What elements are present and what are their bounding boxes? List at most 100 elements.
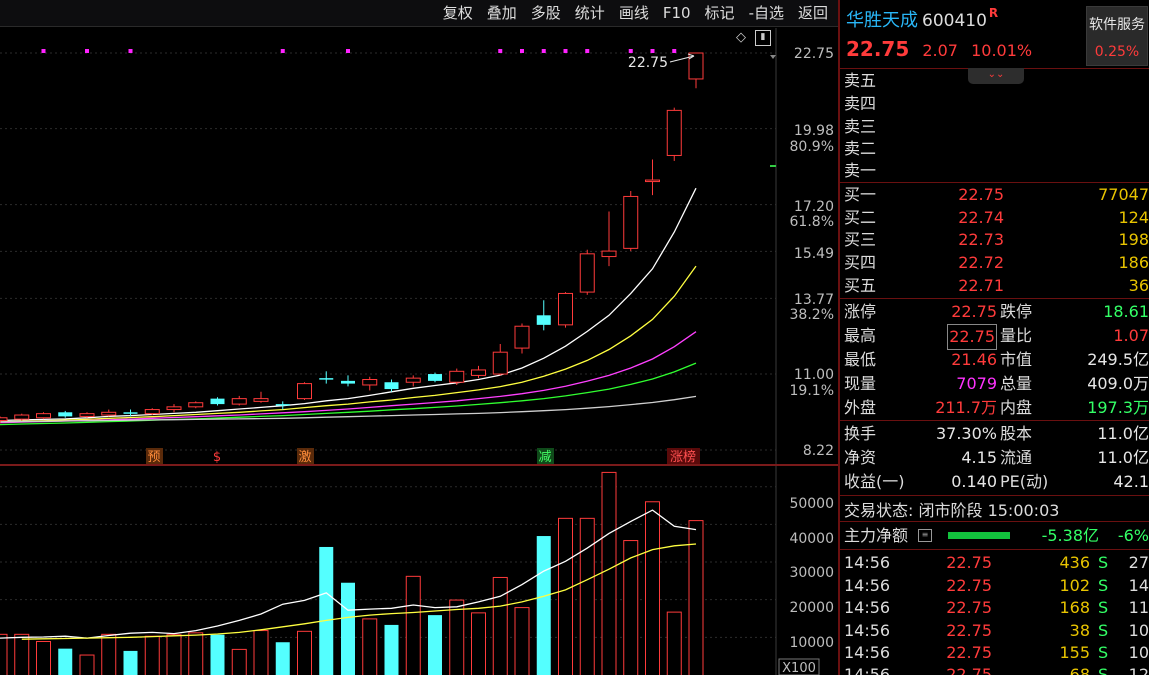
stock-header: 华胜天成 600410 R 22.75 2.07 10.01%	[840, 0, 1085, 68]
net-asset-label: 净资	[844, 448, 877, 467]
limit-down-value: 18.61	[1103, 302, 1149, 321]
price-tick-label: 19.98	[794, 123, 834, 139]
volume-bar	[449, 599, 465, 675]
candle-body	[341, 380, 355, 384]
volume-bar	[231, 648, 247, 675]
toolbar-f10-button[interactable]: F10	[656, 0, 698, 27]
event-tag-rank[interactable]: 涨榜	[667, 448, 700, 465]
main-fund-flow-value: -5.38亿	[1041, 526, 1099, 545]
toolbar-remove-watchlist-button[interactable]: -自选	[742, 0, 791, 27]
toolbar-statistics-button[interactable]: 统计	[568, 0, 612, 27]
tick-count: 27	[1128, 553, 1149, 572]
bid-price: 22.71	[958, 276, 1004, 295]
moving-average-lines	[0, 187, 697, 426]
toolbar-multi-stock-button[interactable]: 多股	[524, 0, 568, 27]
list-icon[interactable]: ≡	[918, 529, 932, 542]
volume-tick-label: 30000	[789, 565, 834, 581]
event-tag-reduce[interactable]: 减	[537, 448, 554, 465]
toolbar-mark-button[interactable]: 标记	[698, 0, 742, 27]
price-tick-label: 8.22	[803, 443, 834, 459]
tick-count: 11	[1128, 598, 1149, 617]
event-tag-forecast[interactable]: 预	[146, 448, 163, 465]
event-tag-incentive[interactable]: 激	[297, 448, 314, 465]
tick-price: 22.75	[946, 621, 992, 640]
toolbar-restore-rights-button[interactable]: 复权	[436, 0, 480, 27]
turnover-label: 换手	[844, 424, 877, 443]
tick-time: 14:56	[844, 598, 891, 617]
bid-row-5[interactable]: 买五 22.71 36	[840, 274, 1149, 297]
divider	[840, 521, 1149, 522]
bid-row-2[interactable]: 买二 22.74 124	[840, 206, 1149, 229]
price-grid	[0, 52, 776, 451]
tick-row: 14:56 22.75 168 S 11	[840, 596, 1149, 619]
bid-row-4[interactable]: 买四 22.72 186	[840, 251, 1149, 274]
candle-body	[471, 369, 486, 376]
outer-disk-label: 外盘	[844, 398, 877, 417]
volume-bar	[536, 536, 551, 675]
volume-axis-labels: 50000 40000 30000 20000 10000 X100	[778, 496, 834, 675]
toolbar-back-button[interactable]: 返回	[791, 0, 835, 27]
signal-dot	[41, 49, 46, 53]
bid-price: 22.72	[958, 253, 1004, 272]
sector-label: 软件服务	[1089, 17, 1145, 33]
tick-time: 14:56	[844, 553, 891, 572]
volume-bar	[253, 630, 269, 675]
volume-bar	[0, 633, 8, 675]
low-label: 最低	[844, 350, 877, 369]
event-tag-dividend[interactable]: $	[213, 450, 221, 465]
tick-count: 10	[1128, 643, 1149, 662]
high-price-label: 22.75	[628, 55, 668, 71]
candle-body	[405, 377, 421, 383]
tick-side: S	[1098, 665, 1109, 675]
stats-row-turnover: 换手 37.30% 股本 11.0亿	[840, 422, 1149, 446]
bid-row-1[interactable]: 买一 22.75 77047	[840, 183, 1149, 206]
price-tick-label: 17.20	[794, 199, 834, 215]
volume-bar	[362, 618, 378, 675]
limit-up-label: 涨停	[844, 302, 877, 321]
total-volume-value: 409.0万	[1087, 374, 1149, 393]
fund-flow-bar	[948, 532, 1010, 539]
market-cap-label: 市值	[1000, 350, 1033, 369]
bid-price: 22.74	[958, 208, 1004, 227]
candlestick-chart[interactable]: 22.75 19.98 17.20 15.49 13.77 11.00 8.22…	[0, 28, 838, 465]
stock-code: 600410	[922, 11, 987, 31]
pct-tick-label: 19.1%	[790, 383, 834, 399]
volume-bar	[14, 633, 30, 675]
tick-side: S	[1098, 576, 1109, 595]
limit-down-label: 跌停	[1000, 302, 1033, 321]
candle-body	[319, 378, 334, 380]
bid-row-3[interactable]: 买三 22.73 198	[840, 228, 1149, 251]
candle-body	[14, 414, 30, 420]
ask-row-4: 卖四	[840, 92, 1149, 115]
tick-count: 12	[1128, 665, 1149, 675]
signal-dot	[346, 49, 350, 53]
stock-name-text: 华胜天成	[846, 10, 918, 31]
candles	[0, 52, 704, 424]
signal-dot	[280, 49, 285, 53]
market-cap-value: 249.5亿	[1087, 350, 1149, 369]
inner-disk-value: 197.3万	[1087, 398, 1149, 417]
tick-price: 22.75	[946, 643, 992, 662]
eps-value: 0.140	[951, 472, 997, 491]
volume-unit-label: X100	[782, 661, 816, 675]
volume-bar	[558, 517, 573, 675]
stock-name[interactable]: 华胜天成 600410 R	[846, 6, 998, 32]
candle-body	[188, 402, 204, 408]
toolbar-draw-line-button[interactable]: 画线	[612, 0, 656, 27]
bid-label: 买一	[844, 185, 877, 204]
candle-body	[666, 109, 682, 156]
volume-bars	[0, 471, 704, 675]
sector-box[interactable]: 软件服务 0.25%	[1086, 6, 1148, 66]
stats-row-eps: 收益(一) 0.140 PE(动) 42.1	[840, 470, 1149, 494]
volume-chart[interactable]: 50000 40000 30000 20000 10000 X100	[0, 466, 838, 675]
candle-body	[536, 315, 551, 325]
trade-status: 交易状态: 闭市阶段 15:00:03	[844, 501, 1060, 520]
high-value: 22.75	[947, 324, 997, 350]
volume-bar	[492, 576, 508, 675]
toolbar-overlay-button[interactable]: 叠加	[480, 0, 524, 27]
candle-body	[579, 253, 595, 293]
candle-body	[275, 404, 290, 406]
bid-volume: 186	[1118, 253, 1149, 272]
volume-bar	[341, 582, 355, 675]
price-tick-label: 15.49	[794, 246, 834, 262]
